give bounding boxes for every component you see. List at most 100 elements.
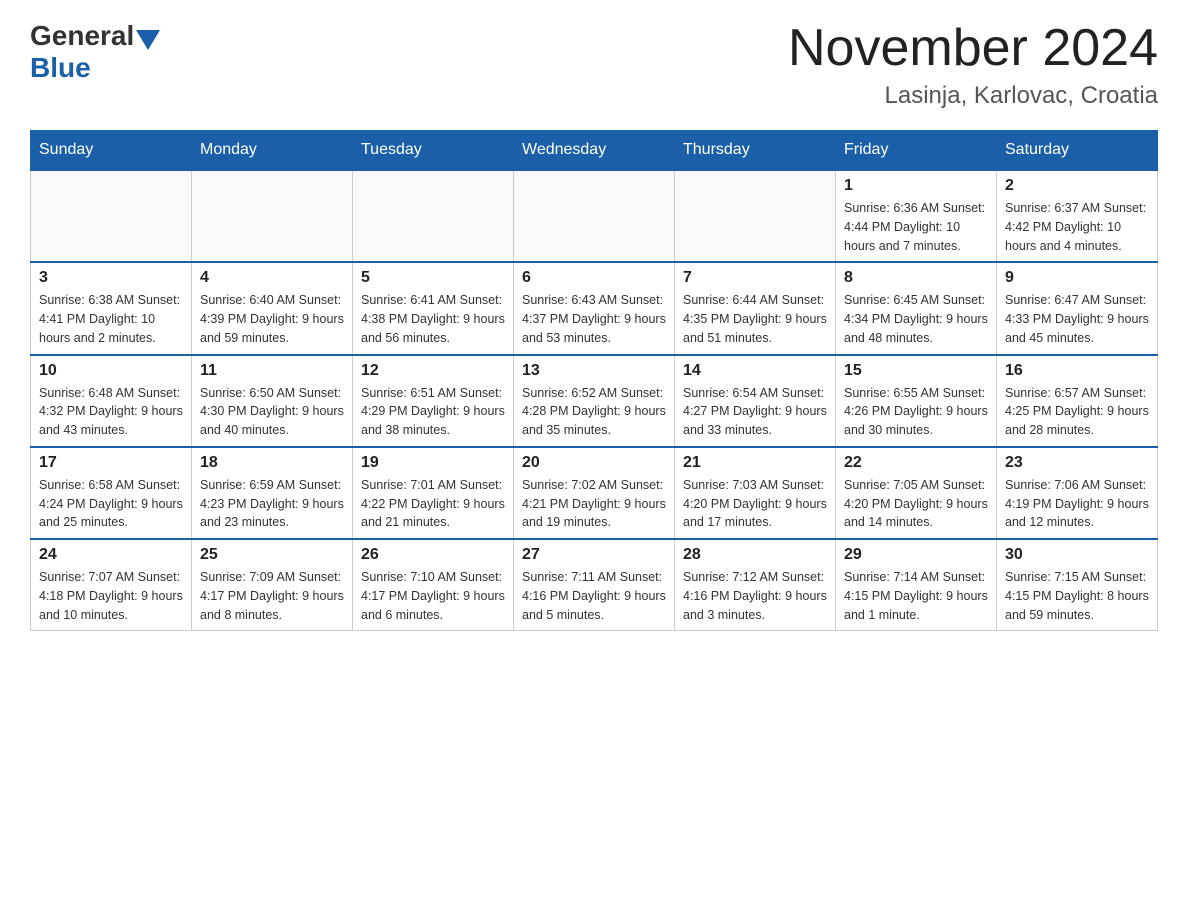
day-number: 17: [39, 454, 183, 472]
calendar-cell: 27 Sunrise: 7:11 AM Sunset: 4:16 PM Dayli…: [514, 539, 675, 631]
calendar-cell: 26 Sunrise: 7:10 AM Sunset: 4:17 PM Dayli…: [353, 539, 514, 631]
day-info: Sunrise: 6:40 AM Sunset: 4:39 PM Dayligh…: [200, 291, 344, 347]
calendar-cell: 14 Sunrise: 6:54 AM Sunset: 4:27 PM Dayli…: [675, 355, 836, 447]
day-number: 3: [39, 269, 183, 287]
day-number: 26: [361, 546, 505, 564]
calendar-cell: 4 Sunrise: 6:40 AM Sunset: 4:39 PM Daylig…: [192, 262, 353, 354]
calendar-cell: 28Sunrise: 7:12 AM Sunset: 4:16 PM Dayli…: [675, 539, 836, 631]
day-number: 15: [844, 362, 988, 380]
day-info: Sunrise: 6:57 AM Sunset: 4:25 PM Dayligh…: [1005, 384, 1149, 440]
day-info: Sunrise: 6:51 AM Sunset: 4:29 PM Dayligh…: [361, 384, 505, 440]
day-number: 22: [844, 454, 988, 472]
calendar-cell: 12 Sunrise: 6:51 AM Sunset: 4:29 PM Dayli…: [353, 355, 514, 447]
day-of-week-header: Wednesday: [514, 131, 675, 171]
day-info: Sunrise: 7:14 AM Sunset: 4:15 PM Dayligh…: [844, 568, 988, 624]
day-info: Sunrise: 6:59 AM Sunset: 4:23 PM Dayligh…: [200, 476, 344, 532]
calendar-cell: 29 Sunrise: 7:14 AM Sunset: 4:15 PM Dayli…: [836, 539, 997, 631]
day-of-week-header: Sunday: [31, 131, 192, 171]
logo-general-text: General: [30, 20, 134, 52]
day-info: Sunrise: 7:15 AM Sunset: 4:15 PM Dayligh…: [1005, 568, 1149, 624]
calendar-cell: 6Sunrise: 6:43 AM Sunset: 4:37 PM Daylig…: [514, 262, 675, 354]
calendar-cell: 8 Sunrise: 6:45 AM Sunset: 4:34 PM Daylig…: [836, 262, 997, 354]
logo-blue-text: Blue: [30, 52, 91, 84]
day-number: 23: [1005, 454, 1149, 472]
day-of-week-header: Tuesday: [353, 131, 514, 171]
day-info: Sunrise: 7:03 AM Sunset: 4:20 PM Dayligh…: [683, 476, 827, 532]
calendar-cell: 21 Sunrise: 7:03 AM Sunset: 4:20 PM Dayli…: [675, 447, 836, 539]
day-number: 24: [39, 546, 183, 564]
day-number: 11: [200, 362, 344, 380]
day-number: 21: [683, 454, 827, 472]
day-number: 7: [683, 269, 827, 287]
logo: General Blue: [30, 20, 162, 84]
day-info: Sunrise: 6:58 AM Sunset: 4:24 PM Dayligh…: [39, 476, 183, 532]
calendar-week-row: 17 Sunrise: 6:58 AM Sunset: 4:24 PM Dayli…: [31, 447, 1158, 539]
calendar-cell: 15 Sunrise: 6:55 AM Sunset: 4:26 PM Dayli…: [836, 355, 997, 447]
day-info: Sunrise: 6:54 AM Sunset: 4:27 PM Dayligh…: [683, 384, 827, 440]
location-text: Lasinja, Karlovac, Croatia: [788, 82, 1158, 110]
day-number: 13: [522, 362, 666, 380]
calendar-cell: 1 Sunrise: 6:36 AM Sunset: 4:44 PM Daylig…: [836, 170, 997, 262]
day-of-week-header: Friday: [836, 131, 997, 171]
calendar-cell: 19Sunrise: 7:01 AM Sunset: 4:22 PM Dayli…: [353, 447, 514, 539]
calendar-cell: 17 Sunrise: 6:58 AM Sunset: 4:24 PM Dayli…: [31, 447, 192, 539]
calendar-cell: [192, 170, 353, 262]
day-info: Sunrise: 7:09 AM Sunset: 4:17 PM Dayligh…: [200, 568, 344, 624]
day-info: Sunrise: 6:44 AM Sunset: 4:35 PM Dayligh…: [683, 291, 827, 347]
day-number: 25: [200, 546, 344, 564]
calendar-cell: 11 Sunrise: 6:50 AM Sunset: 4:30 PM Dayli…: [192, 355, 353, 447]
day-number: 8: [844, 269, 988, 287]
calendar-cell: [31, 170, 192, 262]
calendar-cell: [675, 170, 836, 262]
day-number: 4: [200, 269, 344, 287]
day-number: 30: [1005, 546, 1149, 564]
day-info: Sunrise: 6:38 AM Sunset: 4:41 PM Dayligh…: [39, 291, 183, 347]
calendar-cell: 24 Sunrise: 7:07 AM Sunset: 4:18 PM Dayli…: [31, 539, 192, 631]
calendar-header-row: SundayMondayTuesdayWednesdayThursdayFrid…: [31, 131, 1158, 171]
day-info: Sunrise: 7:06 AM Sunset: 4:19 PM Dayligh…: [1005, 476, 1149, 532]
day-number: 2: [1005, 177, 1149, 195]
day-number: 5: [361, 269, 505, 287]
calendar-cell: 13Sunrise: 6:52 AM Sunset: 4:28 PM Dayli…: [514, 355, 675, 447]
calendar-cell: 3 Sunrise: 6:38 AM Sunset: 4:41 PM Daylig…: [31, 262, 192, 354]
day-number: 14: [683, 362, 827, 380]
day-info: Sunrise: 7:12 AM Sunset: 4:16 PM Dayligh…: [683, 568, 827, 624]
day-number: 19: [361, 454, 505, 472]
day-info: Sunrise: 6:45 AM Sunset: 4:34 PM Dayligh…: [844, 291, 988, 347]
day-info: Sunrise: 6:55 AM Sunset: 4:26 PM Dayligh…: [844, 384, 988, 440]
day-number: 12: [361, 362, 505, 380]
day-info: Sunrise: 6:50 AM Sunset: 4:30 PM Dayligh…: [200, 384, 344, 440]
day-info: Sunrise: 6:48 AM Sunset: 4:32 PM Dayligh…: [39, 384, 183, 440]
calendar-cell: 30 Sunrise: 7:15 AM Sunset: 4:15 PM Dayli…: [997, 539, 1158, 631]
day-number: 29: [844, 546, 988, 564]
title-section: November 2024 Lasinja, Karlovac, Croatia: [788, 20, 1158, 110]
calendar-cell: 23 Sunrise: 7:06 AM Sunset: 4:19 PM Dayli…: [997, 447, 1158, 539]
day-info: Sunrise: 6:37 AM Sunset: 4:42 PM Dayligh…: [1005, 199, 1149, 255]
day-info: Sunrise: 7:02 AM Sunset: 4:21 PM Dayligh…: [522, 476, 666, 532]
day-info: Sunrise: 6:36 AM Sunset: 4:44 PM Dayligh…: [844, 199, 988, 255]
day-number: 1: [844, 177, 988, 195]
page-header: General Blue November 2024 Lasinja, Karl…: [30, 20, 1158, 110]
calendar-week-row: 24 Sunrise: 7:07 AM Sunset: 4:18 PM Dayli…: [31, 539, 1158, 631]
day-info: Sunrise: 6:47 AM Sunset: 4:33 PM Dayligh…: [1005, 291, 1149, 347]
calendar-cell: 2 Sunrise: 6:37 AM Sunset: 4:42 PM Daylig…: [997, 170, 1158, 262]
calendar-week-row: 10 Sunrise: 6:48 AM Sunset: 4:32 PM Dayli…: [31, 355, 1158, 447]
day-of-week-header: Saturday: [997, 131, 1158, 171]
day-info: Sunrise: 7:07 AM Sunset: 4:18 PM Dayligh…: [39, 568, 183, 624]
day-info: Sunrise: 7:11 AM Sunset: 4:16 PM Dayligh…: [522, 568, 666, 624]
logo-triangle-icon: [136, 30, 160, 50]
calendar-week-row: 1 Sunrise: 6:36 AM Sunset: 4:44 PM Daylig…: [31, 170, 1158, 262]
calendar-cell: 20Sunrise: 7:02 AM Sunset: 4:21 PM Dayli…: [514, 447, 675, 539]
day-number: 10: [39, 362, 183, 380]
day-info: Sunrise: 7:05 AM Sunset: 4:20 PM Dayligh…: [844, 476, 988, 532]
day-number: 27: [522, 546, 666, 564]
day-number: 16: [1005, 362, 1149, 380]
calendar-cell: [514, 170, 675, 262]
calendar-cell: 22 Sunrise: 7:05 AM Sunset: 4:20 PM Dayli…: [836, 447, 997, 539]
calendar-cell: 16 Sunrise: 6:57 AM Sunset: 4:25 PM Dayli…: [997, 355, 1158, 447]
calendar-cell: 18Sunrise: 6:59 AM Sunset: 4:23 PM Dayli…: [192, 447, 353, 539]
calendar-table: SundayMondayTuesdayWednesdayThursdayFrid…: [30, 130, 1158, 631]
calendar-cell: 9Sunrise: 6:47 AM Sunset: 4:33 PM Daylig…: [997, 262, 1158, 354]
day-info: Sunrise: 7:10 AM Sunset: 4:17 PM Dayligh…: [361, 568, 505, 624]
calendar-cell: 7 Sunrise: 6:44 AM Sunset: 4:35 PM Daylig…: [675, 262, 836, 354]
